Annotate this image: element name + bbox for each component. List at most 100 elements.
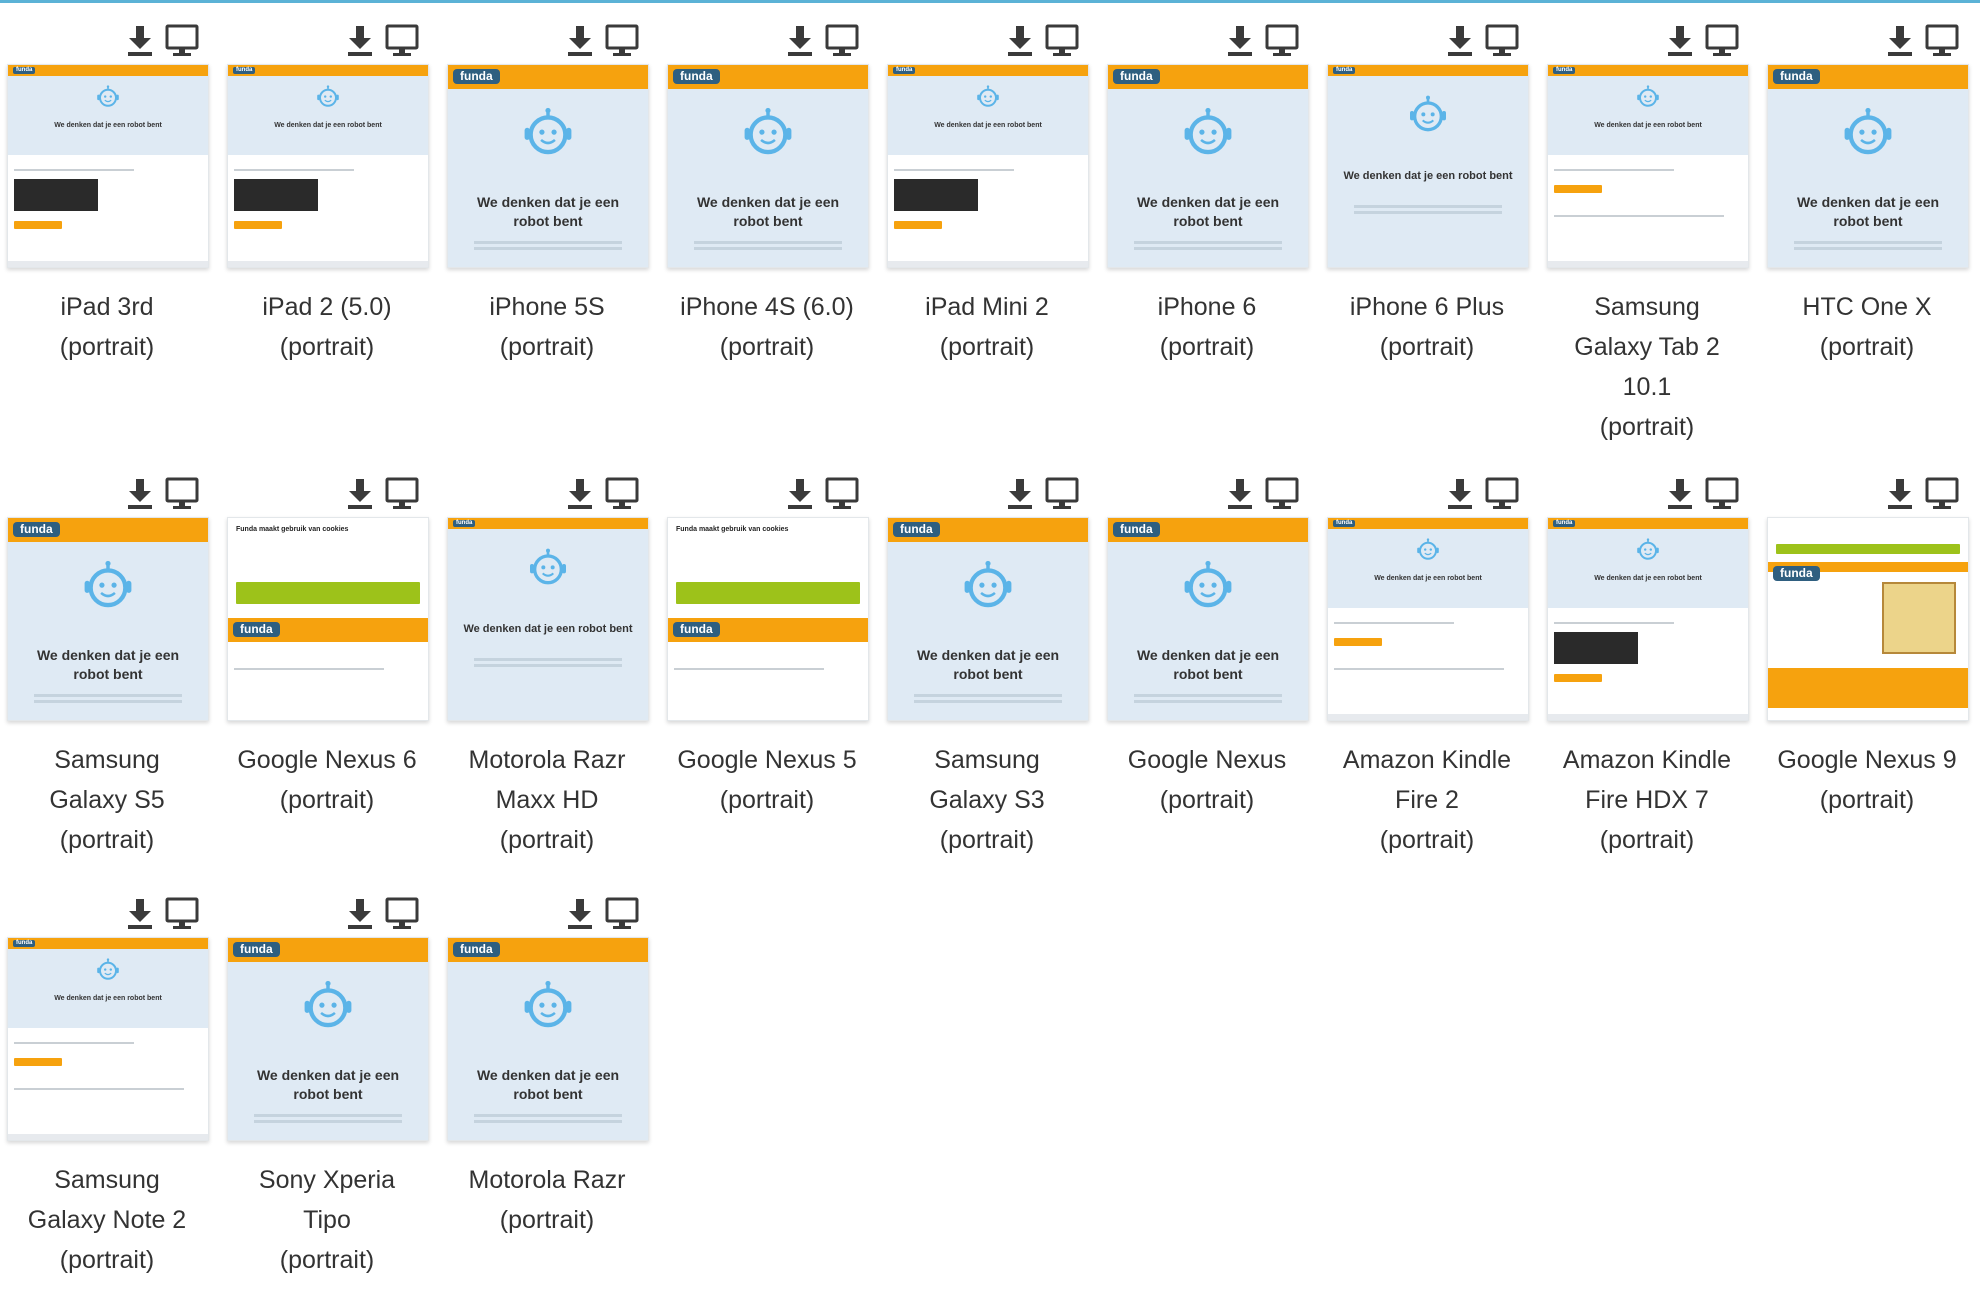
monitor-icon[interactable]	[384, 473, 420, 513]
download-icon[interactable]	[1442, 20, 1478, 60]
device-screenshot[interactable]: funda We denken dat je een robot bent	[1327, 517, 1529, 721]
monitor-icon[interactable]	[1924, 473, 1960, 513]
device-actions	[122, 473, 200, 513]
robot-icon	[96, 958, 120, 982]
download-icon[interactable]	[122, 20, 158, 60]
screenshot-header: funda	[1548, 518, 1748, 529]
monitor-icon[interactable]	[604, 473, 640, 513]
screenshot-header: funda	[448, 518, 648, 529]
device-actions	[1002, 473, 1080, 513]
monitor-icon[interactable]	[1484, 20, 1520, 60]
device-name-line: Samsung	[54, 746, 160, 774]
monitor-icon[interactable]	[164, 473, 200, 513]
download-icon[interactable]	[562, 893, 598, 933]
funda-logo: funda	[1553, 67, 1576, 74]
monitor-icon[interactable]	[384, 893, 420, 933]
screenshot-body	[8, 1028, 208, 1140]
monitor-icon[interactable]	[164, 20, 200, 60]
screenshot-body	[8, 155, 208, 267]
device-screenshot[interactable]: funda	[1767, 517, 1969, 721]
monitor-icon[interactable]	[384, 20, 420, 60]
device-screenshot[interactable]: funda We denken dat je een robot bent	[7, 64, 209, 268]
device-name-line: (portrait)	[1599, 413, 1695, 441]
screenshot-body	[1328, 608, 1528, 720]
monitor-icon[interactable]	[164, 893, 200, 933]
monitor-icon[interactable]	[1924, 20, 1960, 60]
device-screenshot[interactable]: funda We denken dat je een robot bent	[1767, 64, 1969, 268]
download-icon[interactable]	[1222, 473, 1258, 513]
device-name: Samsung Galaxy Tab 2 10.1 (portrait)	[1540, 287, 1754, 447]
screenshot-body	[1548, 155, 1748, 267]
download-icon[interactable]	[1662, 20, 1698, 60]
accept-cookies-button	[236, 582, 420, 604]
device-actions	[1882, 20, 1960, 60]
download-icon[interactable]	[562, 473, 598, 513]
device-screenshot[interactable]: funda We denken dat je een robot bent	[667, 64, 869, 268]
device-name-line: (portrait)	[499, 1206, 595, 1234]
device-screenshot[interactable]: funda We denken dat je een robot bent	[447, 937, 649, 1141]
screenshot-text-line	[14, 169, 134, 171]
screenshot-text-line	[1334, 668, 1504, 670]
notice-text-line	[674, 668, 824, 670]
download-icon[interactable]	[122, 473, 158, 513]
download-icon[interactable]	[1442, 473, 1478, 513]
download-icon[interactable]	[122, 893, 158, 933]
device-screenshot[interactable]: Funda maakt gebruik van cookies funda	[667, 517, 869, 721]
monitor-icon[interactable]	[1264, 473, 1300, 513]
device-name-line: Amazon Kindle	[1342, 746, 1512, 774]
device-actions	[1222, 20, 1300, 60]
device-screenshot[interactable]: funda We denken dat je een robot bent	[447, 517, 649, 721]
download-icon[interactable]	[782, 473, 818, 513]
device-screenshot[interactable]: funda We denken dat je een robot bent	[1547, 64, 1749, 268]
device-screenshot[interactable]: funda We denken dat je een robot bent	[7, 517, 209, 721]
monitor-icon[interactable]	[824, 473, 860, 513]
download-icon[interactable]	[1002, 20, 1038, 60]
device-screenshot[interactable]: funda We denken dat je een robot bent	[227, 64, 429, 268]
download-icon[interactable]	[1882, 20, 1918, 60]
funda-logo: funda	[1333, 67, 1356, 74]
device-screenshot[interactable]: funda We denken dat je een robot bent	[1107, 517, 1309, 721]
download-icon[interactable]	[1882, 473, 1918, 513]
monitor-icon[interactable]	[1044, 20, 1080, 60]
device-screenshot[interactable]: funda We denken dat je een robot bent	[7, 937, 209, 1141]
funda-logo: funda	[673, 69, 720, 84]
monitor-icon[interactable]	[1704, 20, 1740, 60]
monitor-icon[interactable]	[604, 893, 640, 933]
download-icon[interactable]	[782, 20, 818, 60]
monitor-icon[interactable]	[1044, 473, 1080, 513]
device-screenshot[interactable]: Funda maakt gebruik van cookies funda	[227, 517, 429, 721]
monitor-icon[interactable]	[1484, 473, 1520, 513]
download-icon[interactable]	[342, 473, 378, 513]
download-icon[interactable]	[1662, 473, 1698, 513]
robot-icon	[316, 85, 340, 109]
device-screenshot[interactable]: funda We denken dat je een robot bent	[1107, 64, 1309, 268]
screenshot-header: funda	[8, 518, 208, 542]
device-screenshot[interactable]: funda We denken dat je een robot bent	[887, 64, 1089, 268]
monitor-icon[interactable]	[604, 20, 640, 60]
device-screenshot[interactable]: funda We denken dat je een robot bent	[1327, 64, 1529, 268]
screenshot-header: funda	[1768, 562, 1968, 581]
device-name-line: (portrait)	[1379, 826, 1475, 854]
monitor-icon[interactable]	[824, 20, 860, 60]
download-icon[interactable]	[342, 20, 378, 60]
screenshot-message: We denken dat je een robot bent	[476, 1067, 620, 1102]
robot-icon	[1842, 107, 1894, 159]
device-name-line: iPad 2 (5.0)	[262, 293, 392, 321]
download-icon[interactable]	[562, 20, 598, 60]
funda-logo: funda	[13, 67, 36, 74]
monitor-icon[interactable]	[1264, 20, 1300, 60]
download-icon[interactable]	[1222, 20, 1258, 60]
device-screenshot[interactable]: funda We denken dat je een robot bent	[887, 517, 1089, 721]
screenshot-header: funda	[228, 65, 428, 76]
device-screenshot[interactable]: funda We denken dat je een robot bent	[227, 937, 429, 1141]
screenshot-subtext	[474, 658, 622, 661]
screenshot-header: funda	[448, 938, 648, 962]
device-screenshot[interactable]: funda We denken dat je een robot bent	[447, 64, 649, 268]
monitor-icon[interactable]	[1704, 473, 1740, 513]
device-name-line: (portrait)	[59, 333, 155, 361]
device-screenshot[interactable]: funda We denken dat je een robot bent	[1547, 517, 1749, 721]
download-icon[interactable]	[342, 893, 378, 933]
device-name: iPad 3rd (portrait)	[0, 287, 214, 367]
download-icon[interactable]	[1002, 473, 1038, 513]
screenshot-text-line	[1554, 215, 1724, 217]
